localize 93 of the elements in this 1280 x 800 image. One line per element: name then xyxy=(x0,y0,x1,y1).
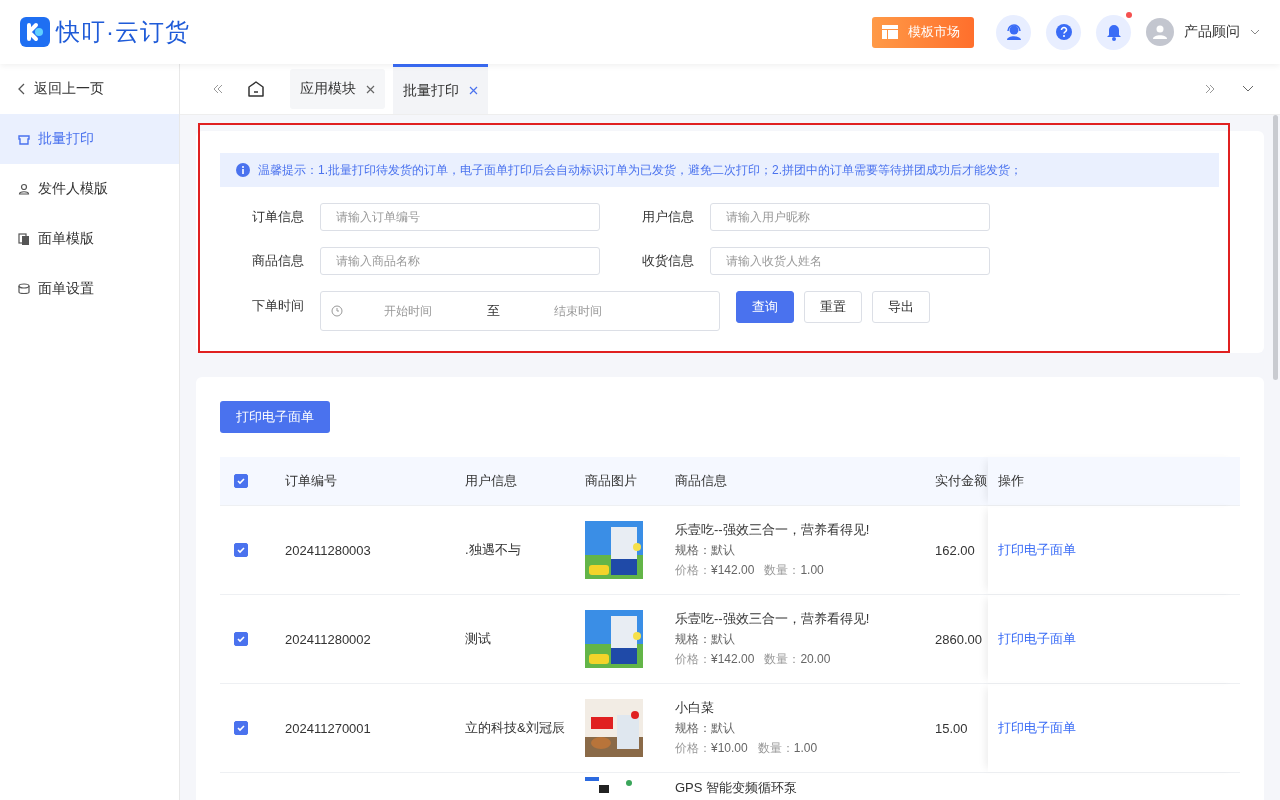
column-header: 实付金额 xyxy=(935,472,988,490)
product-name: 小白菜 xyxy=(675,699,715,717)
tab[interactable]: 应用模块 xyxy=(290,69,385,109)
sidebar-item-label: 面单模版 xyxy=(38,230,94,248)
print-waybill-link[interactable]: 打印电子面单 xyxy=(998,541,1076,559)
bell-icon xyxy=(1105,23,1122,41)
home-icon[interactable] xyxy=(246,79,266,99)
product-name: 乐壹吃--强效三合一，营养看得见! xyxy=(675,521,871,539)
chevron-down-icon xyxy=(1250,29,1260,35)
input-field[interactable]: 请输入订单编号 xyxy=(320,203,600,231)
tab[interactable]: 批量打印 xyxy=(393,64,488,114)
range-separator: 至 xyxy=(485,302,501,320)
printer-icon xyxy=(18,133,30,145)
product-quantity: 数量：1.00 xyxy=(757,740,818,757)
info-icon xyxy=(236,163,250,177)
column-header: 订单编号 xyxy=(285,472,338,490)
product-price: 价格：¥142.00 xyxy=(675,651,755,668)
date-range-field[interactable]: 开始时间 至 结束时间 xyxy=(320,291,720,331)
check-icon xyxy=(236,545,246,555)
input-field[interactable]: 请输入收货人姓名 xyxy=(710,247,990,275)
field-label: 收货信息 xyxy=(642,252,695,270)
scrollbar[interactable] xyxy=(1273,115,1278,380)
check-icon xyxy=(236,476,246,486)
row-checkbox[interactable] xyxy=(234,543,248,557)
column-header: 操作 xyxy=(988,457,1238,505)
product-quantity: 数量：20.00 xyxy=(764,651,831,668)
row-checkbox[interactable] xyxy=(234,721,248,735)
check-icon xyxy=(236,634,246,644)
help-icon xyxy=(1054,23,1073,41)
sidebar-item-label: 发件人模版 xyxy=(38,180,108,198)
field-label: 商品信息 xyxy=(252,252,305,270)
action-button[interactable]: 重置 xyxy=(804,291,862,323)
table-cell-text: 测试 xyxy=(465,630,492,648)
check-icon xyxy=(236,723,246,733)
select-all-checkbox[interactable] xyxy=(234,474,248,488)
print-waybill-link[interactable]: 打印电子面单 xyxy=(998,630,1076,648)
logo-icon xyxy=(20,17,50,47)
product-spec: 规格：默认 xyxy=(675,542,736,559)
notice-text: 温馨提示：1.批量打印待发货的订单，电子面单打印后会自动标识订单为已发货，避免二次打印；2.拼团中的订单需要等待拼团成功后才能发货； xyxy=(258,161,1022,179)
row-checkbox[interactable] xyxy=(234,632,248,646)
sidebar-item-label: 面单设置 xyxy=(38,280,94,298)
tab-label: 应用模块 xyxy=(300,80,356,98)
field-label: 订单信息 xyxy=(252,208,305,226)
product-name: 乐壹吃--强效三合一，营养看得见! xyxy=(675,610,871,628)
product-name: GPS 智能变频循环泵 xyxy=(675,779,799,797)
notification-button[interactable] xyxy=(1096,14,1131,50)
clock-icon xyxy=(331,305,343,317)
sidebar-item-label: 批量打印 xyxy=(38,130,94,148)
sidebar-item[interactable]: 面单模版 xyxy=(0,214,179,264)
pages-icon xyxy=(18,233,30,245)
close-icon xyxy=(469,86,478,95)
action-button[interactable]: 导出 xyxy=(872,291,930,323)
headset-person-icon xyxy=(1004,23,1023,41)
input-field[interactable]: 请输入商品名称 xyxy=(320,247,600,275)
back-label: 返回上一页 xyxy=(34,80,104,98)
product-spec: 规格：默认 xyxy=(675,631,736,648)
table-cell-text: 15.00 xyxy=(935,720,969,736)
layout-icon xyxy=(882,25,898,39)
back-link[interactable]: 返回上一页 xyxy=(0,64,179,114)
sidebar-item[interactable]: 发件人模版 xyxy=(0,164,179,214)
product-quantity: 数量：1.00 xyxy=(764,562,824,579)
stack-icon xyxy=(18,283,30,295)
table-cell-text: 202411270001 xyxy=(285,720,372,736)
table-cell-text: 162.00 xyxy=(935,542,976,558)
field-label: 下单时间 xyxy=(251,297,305,315)
user-name[interactable]: 产品顾问 xyxy=(1184,23,1240,41)
help-button[interactable] xyxy=(1046,14,1081,50)
sidebar-item[interactable]: 面单设置 xyxy=(0,264,179,314)
field-label: 用户信息 xyxy=(642,208,695,226)
column-header: 用户信息 xyxy=(465,472,518,490)
close-icon xyxy=(366,84,375,94)
product-price: 价格：¥10.00 xyxy=(675,740,748,757)
chevron-left-icon xyxy=(18,83,26,95)
column-header: 商品图片 xyxy=(585,472,638,490)
input-field[interactable]: 请输入用户昵称 xyxy=(710,203,990,231)
table-cell-text: 202411280003 xyxy=(285,542,372,558)
column-header: 商品信息 xyxy=(675,472,728,490)
tab-label: 批量打印 xyxy=(403,81,459,100)
logo-text: 快叮·云订货 xyxy=(56,17,190,47)
sidebar-item[interactable]: 批量打印 xyxy=(0,114,179,164)
person-icon xyxy=(18,183,30,195)
print-waybill-button[interactable]: 打印电子面单 xyxy=(220,401,330,433)
table-cell-text: 立的科技&刘冠辰 xyxy=(465,719,566,737)
start-date-placeholder: 开始时间 xyxy=(383,302,433,320)
product-price: 价格：¥142.00 xyxy=(675,562,755,579)
end-date-placeholder: 结束时间 xyxy=(553,302,603,320)
search-button[interactable]: 查询 xyxy=(736,291,794,323)
support-agent-button[interactable] xyxy=(996,14,1031,50)
table-cell-text: 2860.00 xyxy=(935,631,983,647)
table-cell-text: 202411280002 xyxy=(285,631,372,647)
print-waybill-link[interactable]: 打印电子面单 xyxy=(998,719,1076,737)
product-spec: 规格：默认 xyxy=(675,720,736,737)
table-cell-text: .独遇不与 xyxy=(465,541,522,559)
